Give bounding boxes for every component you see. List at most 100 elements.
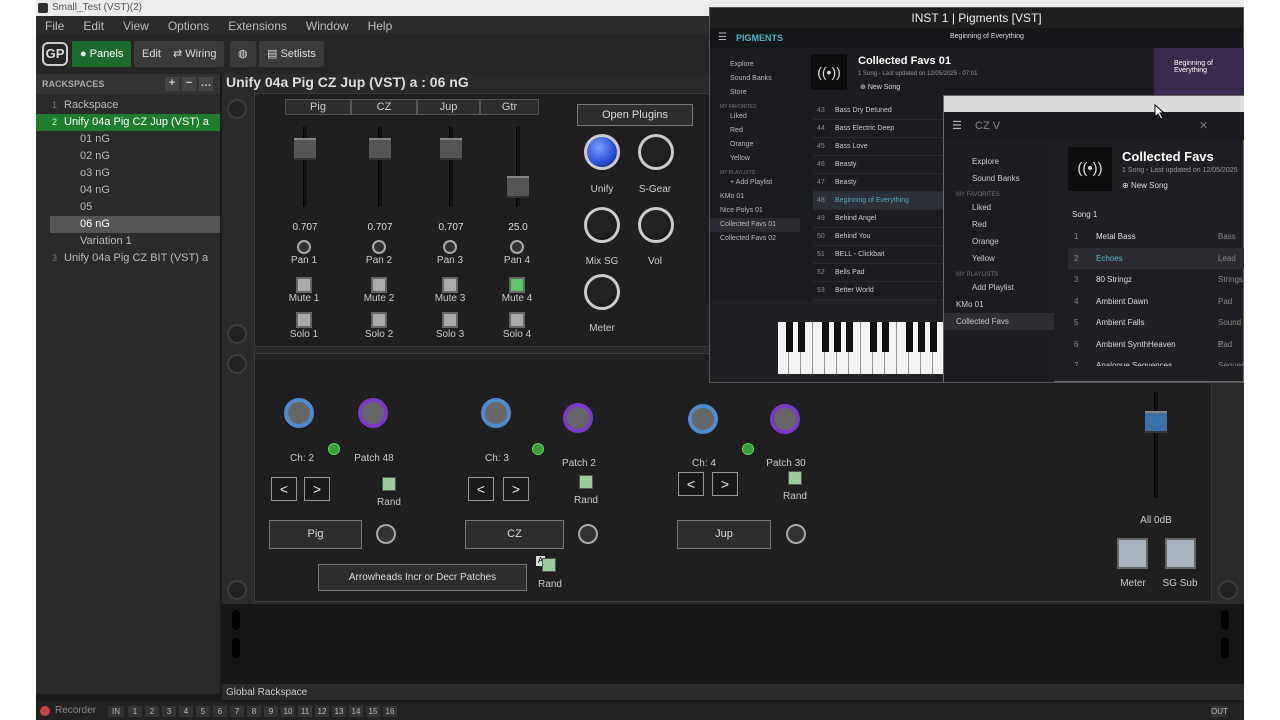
- preset-row[interactable]: 44 Bass Electric Deep: [813, 120, 943, 138]
- variation-item[interactable]: 05: [36, 199, 220, 216]
- nav-sound-banks[interactable]: Sound Banks: [710, 72, 800, 86]
- next-patch-button[interactable]: >: [712, 472, 738, 496]
- fav-liked[interactable]: Liked: [710, 110, 800, 124]
- piano-keyboard[interactable]: [778, 322, 945, 374]
- rackspace-item-active[interactable]: 2 Unify 04a Pig CZ Jup (VST) a: [36, 114, 220, 131]
- rand-button[interactable]: [542, 558, 556, 572]
- pan-knob[interactable]: [297, 240, 311, 254]
- variation-item[interactable]: 01 nG: [36, 131, 220, 148]
- fader-pig[interactable]: [294, 138, 316, 160]
- menu-help[interactable]: Help: [359, 16, 403, 34]
- small-knob[interactable]: [578, 524, 598, 544]
- black-key[interactable]: [822, 322, 829, 352]
- pan-knob[interactable]: [443, 240, 457, 254]
- mix-sg-knob[interactable]: [584, 207, 620, 243]
- cz-button[interactable]: CZ: [465, 520, 564, 549]
- preset-row[interactable]: 43 Bass Dry Detuned: [813, 102, 943, 120]
- preset-row[interactable]: 46 Beasty: [813, 156, 943, 174]
- patch-knob-cz[interactable]: [563, 403, 593, 433]
- black-key[interactable]: [930, 322, 937, 352]
- prev-patch-button[interactable]: <: [678, 472, 704, 496]
- record-icon[interactable]: [40, 706, 50, 716]
- unify-knob[interactable]: [584, 134, 620, 170]
- preset-row[interactable]: 49 Behind Angel: [813, 210, 943, 228]
- small-knob[interactable]: [786, 524, 806, 544]
- preset-row[interactable]: 51 BELL - Clickbait: [813, 246, 943, 264]
- solo-button[interactable]: [509, 312, 525, 328]
- fader-cz[interactable]: [369, 138, 391, 160]
- song-row[interactable]: 4 Ambient Dawn Pad: [1068, 291, 1244, 313]
- solo-button[interactable]: [371, 312, 387, 328]
- rackspace-item[interactable]: 1 Rackspace: [36, 97, 220, 114]
- rackspace-item[interactable]: 3 Unify 04a Pig CZ BIT (VST) a: [36, 250, 220, 267]
- arrowheads-button[interactable]: Arrowheads Incr or Decr Patches: [318, 564, 527, 591]
- pig-button[interactable]: Pig: [269, 520, 362, 549]
- menu-window[interactable]: Window: [297, 16, 359, 34]
- menu-extensions[interactable]: Extensions: [219, 16, 297, 34]
- song-row[interactable]: 5 Ambient Falls Sound E: [1068, 312, 1244, 349]
- setlists-button[interactable]: ▤ Setlists: [259, 41, 324, 67]
- playlist-item[interactable]: Collected Favs 02: [710, 232, 800, 246]
- meter-button[interactable]: [1117, 538, 1148, 569]
- wiring-button[interactable]: ⇄ Wiring: [165, 41, 225, 67]
- add-playlist[interactable]: + Add Playlist: [710, 176, 800, 190]
- black-key[interactable]: [798, 322, 805, 352]
- solo-button[interactable]: [442, 312, 458, 328]
- rand-button[interactable]: [579, 475, 593, 489]
- mute-button[interactable]: [296, 277, 312, 293]
- vol-knob[interactable]: [638, 207, 674, 243]
- fav-orange[interactable]: Orange: [710, 138, 800, 152]
- black-key[interactable]: [846, 322, 853, 352]
- edit-button[interactable]: Edit: [134, 41, 169, 67]
- playlist-item[interactable]: KMo 01: [944, 296, 1054, 313]
- channel-knob-pig[interactable]: [284, 398, 314, 428]
- channel-knob-jup[interactable]: [688, 404, 718, 434]
- mute-button[interactable]: [509, 277, 525, 293]
- fader-jup[interactable]: [440, 138, 462, 160]
- s-gear-knob[interactable]: [638, 134, 674, 170]
- preset-row[interactable]: 53 Better World: [813, 282, 943, 300]
- mute-button[interactable]: [371, 277, 387, 293]
- preset-row[interactable]: 52 Bells Pad: [813, 264, 943, 282]
- playlist-item[interactable]: KMo 01: [710, 190, 800, 204]
- prev-patch-button[interactable]: <: [271, 477, 297, 501]
- variation-item-selected[interactable]: 06 nG: [50, 216, 220, 233]
- new-song-button[interactable]: ⊕ New Song: [860, 83, 900, 91]
- add-playlist[interactable]: Add Playlist: [944, 279, 1054, 296]
- nav-explore[interactable]: Explore: [944, 153, 1054, 170]
- preset-name[interactable]: Beginning of Everything: [950, 33, 1024, 40]
- preset-row[interactable]: 47 Beasty: [813, 174, 943, 192]
- menu-options[interactable]: Options: [159, 16, 219, 34]
- menu-edit[interactable]: Edit: [74, 16, 114, 34]
- mute-button[interactable]: [442, 277, 458, 293]
- song-row[interactable]: 7 Analogue Sequences Sequen: [1068, 355, 1244, 366]
- rackspace-menu-button[interactable]: …: [199, 77, 213, 91]
- fader-gtr[interactable]: [507, 176, 529, 198]
- master-fader[interactable]: [1145, 411, 1167, 433]
- playlist-item[interactable]: Nice Polys 01: [710, 204, 800, 218]
- black-key[interactable]: [918, 322, 925, 352]
- patch-knob-jup[interactable]: [770, 404, 800, 434]
- black-key[interactable]: [906, 322, 913, 352]
- nav-store[interactable]: Store: [710, 86, 800, 100]
- variation-item[interactable]: 02 nG: [36, 148, 220, 165]
- black-key[interactable]: [882, 322, 889, 352]
- variation-item[interactable]: o3 nG: [36, 165, 220, 182]
- rand-button[interactable]: [788, 471, 802, 485]
- channel-knob-cz[interactable]: [481, 398, 511, 428]
- song-row[interactable]: 1 Metal Bass Bass: [1068, 226, 1244, 248]
- black-key[interactable]: [870, 322, 877, 352]
- small-knob[interactable]: [376, 524, 396, 544]
- panels-button[interactable]: ● Panels: [72, 41, 132, 67]
- next-patch-button[interactable]: >: [503, 477, 529, 501]
- playlist-item-selected[interactable]: Collected Favs: [944, 313, 1054, 330]
- global-rackspace-bar[interactable]: Global Rackspace: [222, 686, 1244, 700]
- black-key[interactable]: [786, 322, 793, 352]
- new-song-button[interactable]: ⊕ New Song: [1122, 181, 1168, 190]
- close-icon[interactable]: ✕: [1199, 119, 1208, 132]
- nav-explore[interactable]: Explore: [710, 58, 800, 72]
- menu-file[interactable]: File: [36, 16, 74, 34]
- fav-yellow[interactable]: Yellow: [944, 250, 1054, 267]
- solo-button[interactable]: [296, 312, 312, 328]
- prev-patch-button[interactable]: <: [468, 477, 494, 501]
